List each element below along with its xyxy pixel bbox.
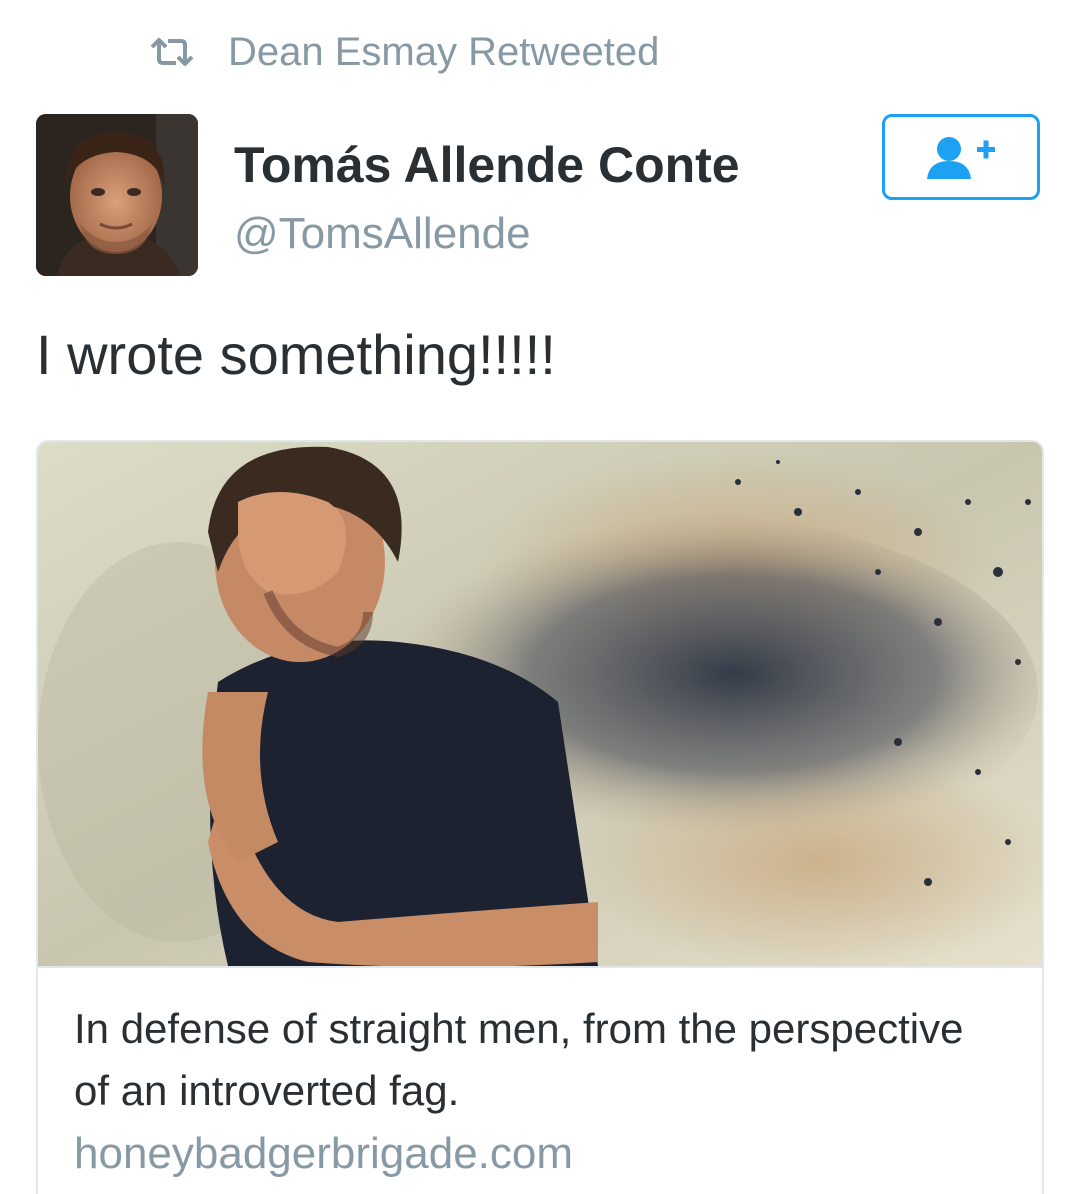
user-avatar[interactable] (36, 114, 198, 276)
retweet-context[interactable]: Dean Esmay Retweeted (150, 28, 659, 76)
article-photo[interactable] (38, 442, 1042, 968)
article-photo-art (38, 442, 1042, 966)
avatar-photo (36, 114, 198, 276)
retweet-icon (150, 38, 194, 66)
card-title[interactable]: In defense of straight men, from the per… (74, 998, 994, 1122)
author-handle[interactable]: @TomsAllende (234, 206, 531, 262)
tweet-page: Dean Esmay Retweeted Tomás Allende Conte… (0, 0, 1080, 1194)
card-domain[interactable]: honeybadgerbrigade.com (74, 1124, 573, 1184)
follow-user-plus-icon (927, 137, 995, 179)
author-display-name[interactable]: Tomás Allende Conte (234, 134, 740, 196)
tweet-text: I wrote something!!!!! (36, 323, 556, 386)
follow-button[interactable] (882, 114, 1040, 200)
link-card[interactable]: In defense of straight men, from the per… (36, 440, 1044, 1194)
retweet-label[interactable]: Dean Esmay Retweeted (228, 28, 659, 76)
